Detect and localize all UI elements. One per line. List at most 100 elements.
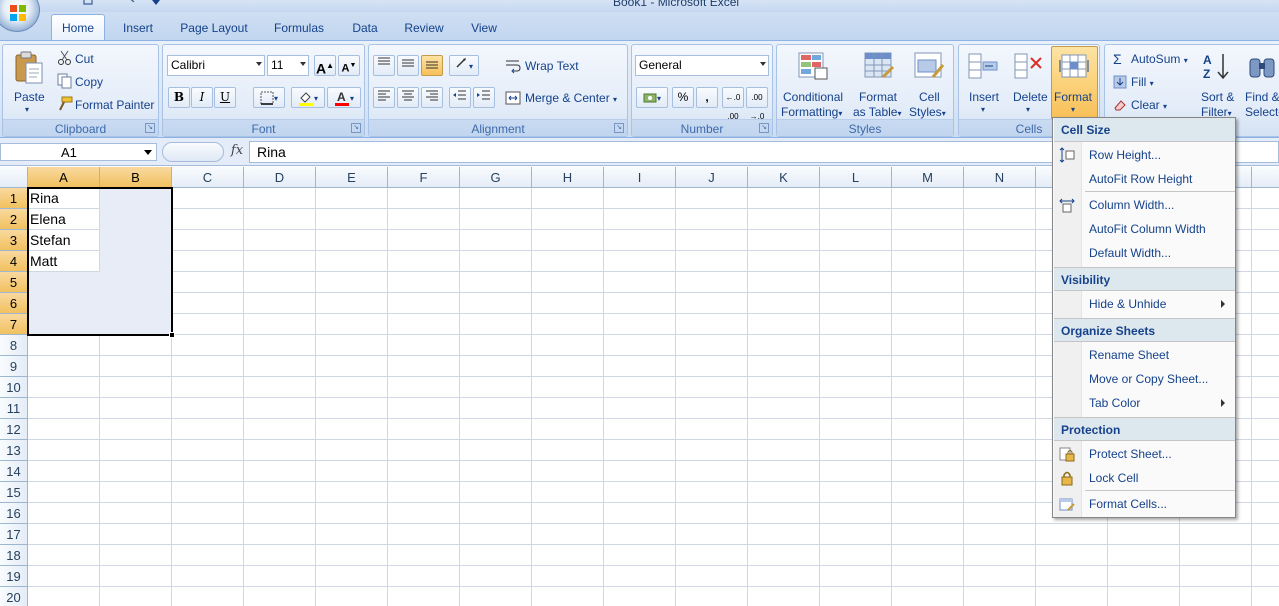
row-header-14[interactable]: 14: [0, 461, 28, 482]
autosum-icon[interactable]: Σ: [1113, 51, 1122, 67]
tab-view[interactable]: View: [462, 18, 506, 40]
align-top-button[interactable]: [373, 55, 395, 76]
cut-icon[interactable]: [57, 50, 73, 66]
row-header-3[interactable]: 3: [0, 230, 28, 251]
insert-function-icon[interactable]: fx: [225, 143, 249, 161]
column-header[interactable]: [1252, 167, 1279, 188]
sort-filter-line1[interactable]: Sort &: [1201, 90, 1234, 104]
cell-a1[interactable]: Rina: [28, 188, 100, 209]
align-bottom-button[interactable]: [421, 55, 443, 76]
insert-cells-icon[interactable]: [967, 52, 999, 82]
column-header-j[interactable]: J: [676, 167, 748, 188]
column-header-e[interactable]: E: [316, 167, 388, 188]
column-header-n[interactable]: N: [964, 167, 1036, 188]
paste-dropdown-icon[interactable]: ▾: [25, 105, 29, 114]
menu-item-format-cells[interactable]: Format Cells...: [1053, 492, 1235, 516]
column-header-c[interactable]: C: [172, 167, 244, 188]
borders-button[interactable]: ▾: [253, 87, 285, 108]
bold-button[interactable]: B: [168, 87, 190, 108]
row-header-11[interactable]: 11: [0, 398, 28, 419]
row-header-18[interactable]: 18: [0, 545, 28, 566]
select-all-corner[interactable]: [0, 167, 28, 188]
clear-button[interactable]: Clear ▾: [1131, 98, 1167, 112]
row-header-19[interactable]: 19: [0, 566, 28, 587]
insert-dropdown-icon[interactable]: ▾: [981, 105, 985, 114]
align-left-button[interactable]: [373, 87, 395, 108]
menu-item-move-copy-sheet[interactable]: Move or Copy Sheet...: [1053, 367, 1235, 391]
column-header-l[interactable]: L: [820, 167, 892, 188]
wrap-text-icon[interactable]: [505, 58, 521, 74]
cell-styles-line1[interactable]: Cell: [919, 90, 940, 104]
tab-review[interactable]: Review: [398, 18, 450, 40]
sort-filter-icon[interactable]: A Z: [1201, 51, 1233, 81]
percent-button[interactable]: %: [672, 87, 694, 108]
row-header-10[interactable]: 10: [0, 377, 28, 398]
format-as-table-icon[interactable]: [863, 51, 895, 81]
tab-insert[interactable]: Insert: [116, 18, 160, 40]
cut-button[interactable]: Cut: [75, 52, 94, 66]
cell-a3[interactable]: Stefan: [28, 230, 100, 251]
orientation-button[interactable]: ▾: [449, 55, 479, 76]
menu-item-autofit-column-width[interactable]: AutoFit Column Width: [1053, 217, 1235, 241]
decrease-decimal-button[interactable]: .00 →.0: [746, 87, 768, 121]
column-header-b[interactable]: B: [100, 167, 172, 188]
column-header-k[interactable]: K: [748, 167, 820, 188]
delete-cells-icon[interactable]: [1013, 52, 1045, 82]
align-middle-button[interactable]: [397, 55, 419, 76]
cell-a4[interactable]: Matt: [28, 251, 100, 272]
find-select-button[interactable]: Select▾: [1245, 105, 1279, 119]
autosum-button[interactable]: AutoSum ▾: [1131, 52, 1188, 66]
format-cells-dropdown-button[interactable]: Format ▾: [1051, 46, 1098, 120]
italic-button[interactable]: I: [191, 87, 213, 108]
delete-dropdown-icon[interactable]: ▾: [1026, 105, 1030, 114]
row-header-4[interactable]: 4: [0, 251, 28, 272]
alignment-launcher-icon[interactable]: ↘: [614, 123, 624, 133]
increase-indent-button[interactable]: [473, 87, 495, 108]
menu-item-lock-cell[interactable]: Lock Cell: [1053, 466, 1235, 490]
cell-styles-button[interactable]: Styles▾: [909, 105, 946, 119]
menu-item-default-width[interactable]: Default Width...: [1053, 241, 1235, 265]
clipboard-launcher-icon[interactable]: ↘: [145, 123, 155, 133]
column-header-i[interactable]: I: [604, 167, 676, 188]
row-header-16[interactable]: 16: [0, 503, 28, 524]
row-header-12[interactable]: 12: [0, 419, 28, 440]
tab-page-layout[interactable]: Page Layout: [174, 18, 254, 40]
row-header-5[interactable]: 5: [0, 272, 28, 293]
increase-decimal-button[interactable]: ←.0.00: [722, 87, 744, 121]
formula-bar-splitter[interactable]: [162, 142, 224, 162]
align-right-button[interactable]: [421, 87, 443, 108]
delete-cells-button[interactable]: Delete: [1013, 90, 1048, 104]
wrap-text-button[interactable]: Wrap Text: [525, 59, 579, 73]
menu-item-rename-sheet[interactable]: Rename Sheet: [1053, 343, 1235, 367]
insert-cells-button[interactable]: Insert: [969, 90, 999, 104]
column-header-d[interactable]: D: [244, 167, 316, 188]
row-header-17[interactable]: 17: [0, 524, 28, 545]
menu-item-protect-sheet[interactable]: Protect Sheet...: [1053, 442, 1235, 466]
grow-font-button[interactable]: A▲: [314, 55, 336, 77]
copy-button[interactable]: Copy: [75, 75, 103, 89]
fill-color-button[interactable]: ▾: [291, 87, 325, 108]
format-painter-icon[interactable]: [57, 96, 73, 112]
font-color-button[interactable]: A ▾: [327, 87, 361, 108]
accounting-format-button[interactable]: ▾: [636, 87, 668, 108]
decrease-indent-button[interactable]: [449, 87, 471, 108]
column-header-h[interactable]: H: [532, 167, 604, 188]
clear-eraser-icon[interactable]: [1113, 98, 1127, 112]
tab-data[interactable]: Data: [344, 18, 386, 40]
shrink-font-button[interactable]: A▼: [338, 55, 360, 76]
underline-button[interactable]: U: [214, 87, 236, 108]
copy-icon[interactable]: [57, 73, 73, 89]
row-header-6[interactable]: 6: [0, 293, 28, 314]
font-name-combo[interactable]: Calibri: [167, 55, 265, 76]
font-size-combo[interactable]: 11: [267, 55, 309, 76]
tab-home[interactable]: Home: [51, 14, 105, 41]
format-painter-button[interactable]: Format Painter: [75, 98, 154, 112]
format-as-table-button[interactable]: as Table▾: [853, 105, 902, 119]
row-header-9[interactable]: 9: [0, 356, 28, 377]
row-header-15[interactable]: 15: [0, 482, 28, 503]
find-select-line1[interactable]: Find &: [1245, 90, 1279, 104]
align-center-button[interactable]: [397, 87, 419, 108]
paste-icon[interactable]: [13, 50, 45, 86]
row-header-13[interactable]: 13: [0, 440, 28, 461]
row-header-1[interactable]: 1: [0, 188, 28, 209]
